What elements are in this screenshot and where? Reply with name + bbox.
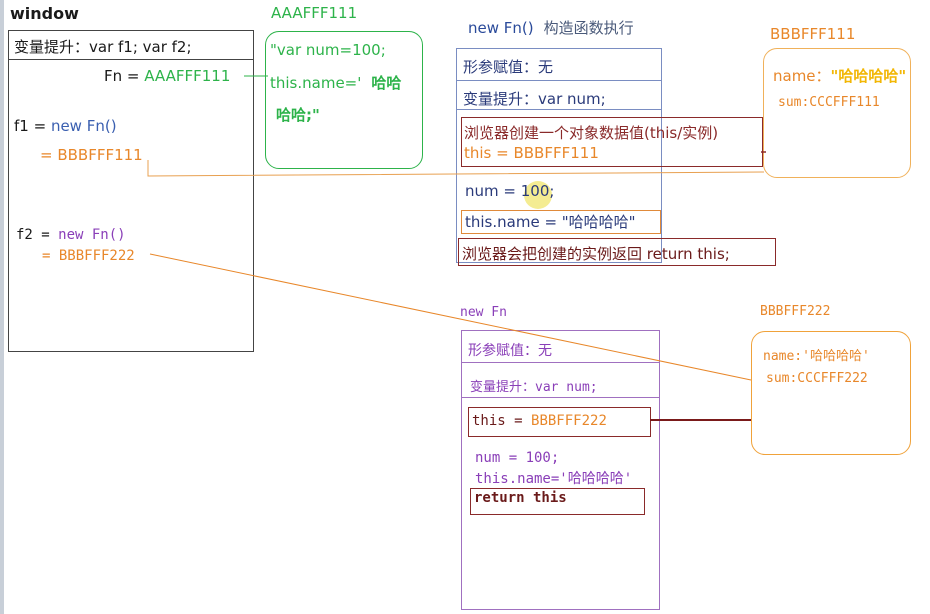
connector-f1-to-bbb1 — [147, 160, 765, 177]
connector-f2-to-bbb2 — [149, 253, 752, 381]
connector-lines — [147, 75, 766, 421]
